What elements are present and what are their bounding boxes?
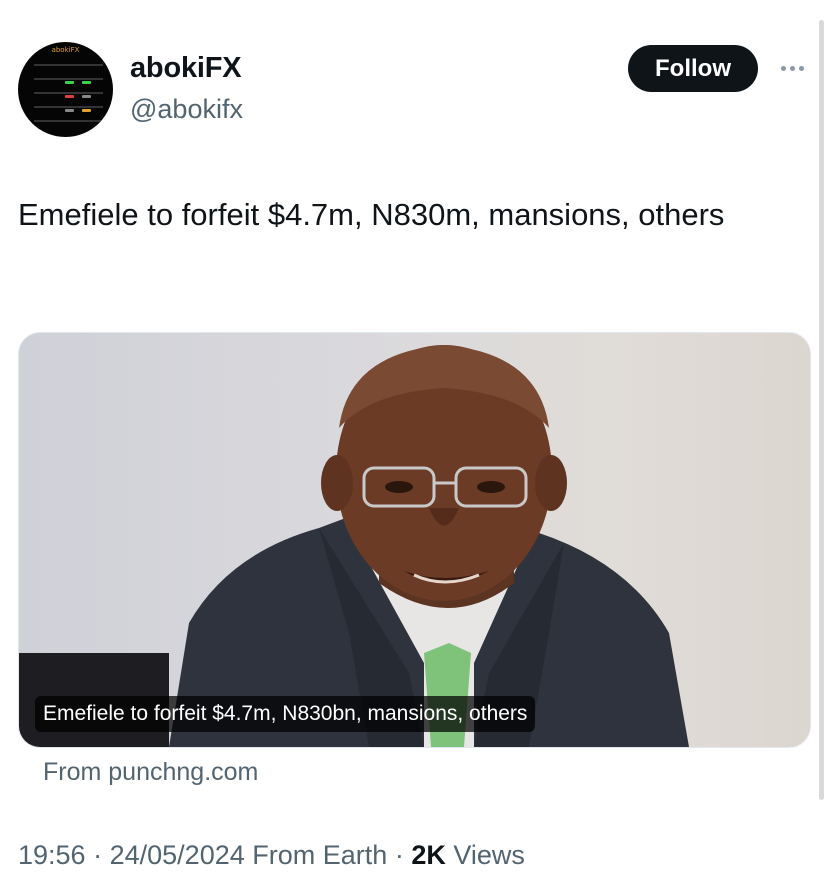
follow-button[interactable]: Follow: [628, 45, 758, 92]
tweet-location: From Earth: [252, 840, 388, 870]
views-count: 2K: [411, 840, 446, 870]
avatar-logo-text: abokiFX: [51, 46, 80, 54]
more-options-icon[interactable]: [776, 58, 808, 78]
scrollbar[interactable]: [819, 20, 824, 800]
avatar[interactable]: abokiFX: [18, 42, 113, 137]
meta-separator: ·: [394, 840, 404, 870]
tweet-time[interactable]: 19:56: [18, 840, 86, 870]
author-handle[interactable]: @abokifx: [130, 94, 243, 125]
card-image-caption: Emefiele to forfeit $4.7m, N830bn, mansi…: [35, 696, 536, 732]
article-photo: [19, 345, 689, 747]
tweet-date[interactable]: 24/05/2024: [110, 840, 245, 870]
tweet-meta: 19:56 · 24/05/2024 From Earth · 2K Views: [18, 840, 525, 871]
link-card[interactable]: Emefiele to forfeit $4.7m, N830bn, mansi…: [18, 332, 811, 748]
card-source-link[interactable]: From punchng.com: [43, 758, 258, 787]
tweet-text: Emefiele to forfeit $4.7m, N830m, mansio…: [18, 197, 725, 232]
meta-separator: ·: [93, 840, 103, 870]
author-display-name[interactable]: abokiFX: [130, 52, 242, 85]
views-label: Views: [453, 840, 525, 870]
